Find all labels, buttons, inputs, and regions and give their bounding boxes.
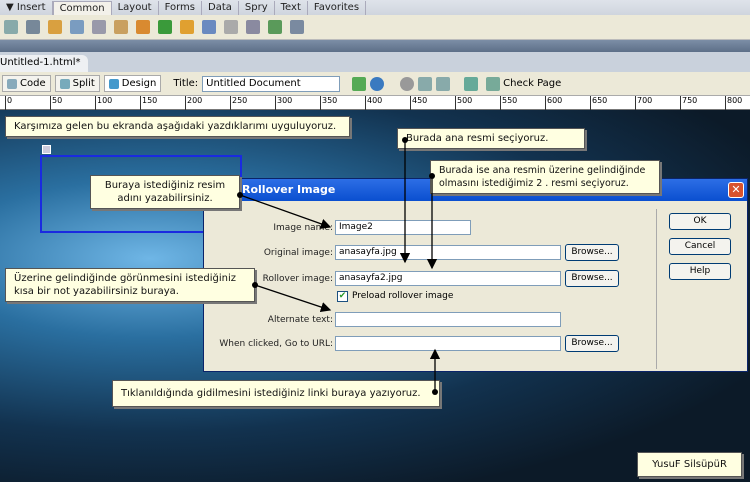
arrow-image-name [239, 194, 332, 229]
callout-arrows [237, 137, 441, 395]
arrow-alternate-text [254, 284, 332, 313]
